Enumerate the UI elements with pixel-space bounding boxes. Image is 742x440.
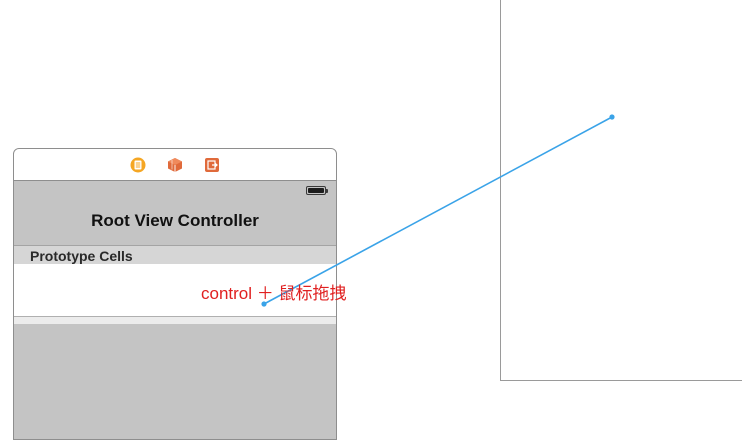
prototype-cells-header: Prototype Cells (14, 246, 336, 264)
drag-instruction-annotation: control ＋ 鼠标拖拽 (201, 284, 347, 303)
scene-dock (14, 149, 336, 181)
view-controller-icon[interactable] (130, 157, 146, 173)
navigation-title: Root View Controller (91, 211, 259, 230)
storyboard-canvas[interactable]: Root View Controller Prototype Cells con… (0, 0, 742, 440)
prototype-cells-label: Prototype Cells (30, 248, 133, 264)
status-bar (14, 181, 336, 199)
first-responder-icon[interactable] (167, 157, 183, 173)
table-footer (14, 317, 336, 324)
exit-icon[interactable] (204, 157, 220, 173)
battery-icon (306, 186, 328, 195)
destination-view-controller-scene[interactable] (500, 0, 742, 381)
